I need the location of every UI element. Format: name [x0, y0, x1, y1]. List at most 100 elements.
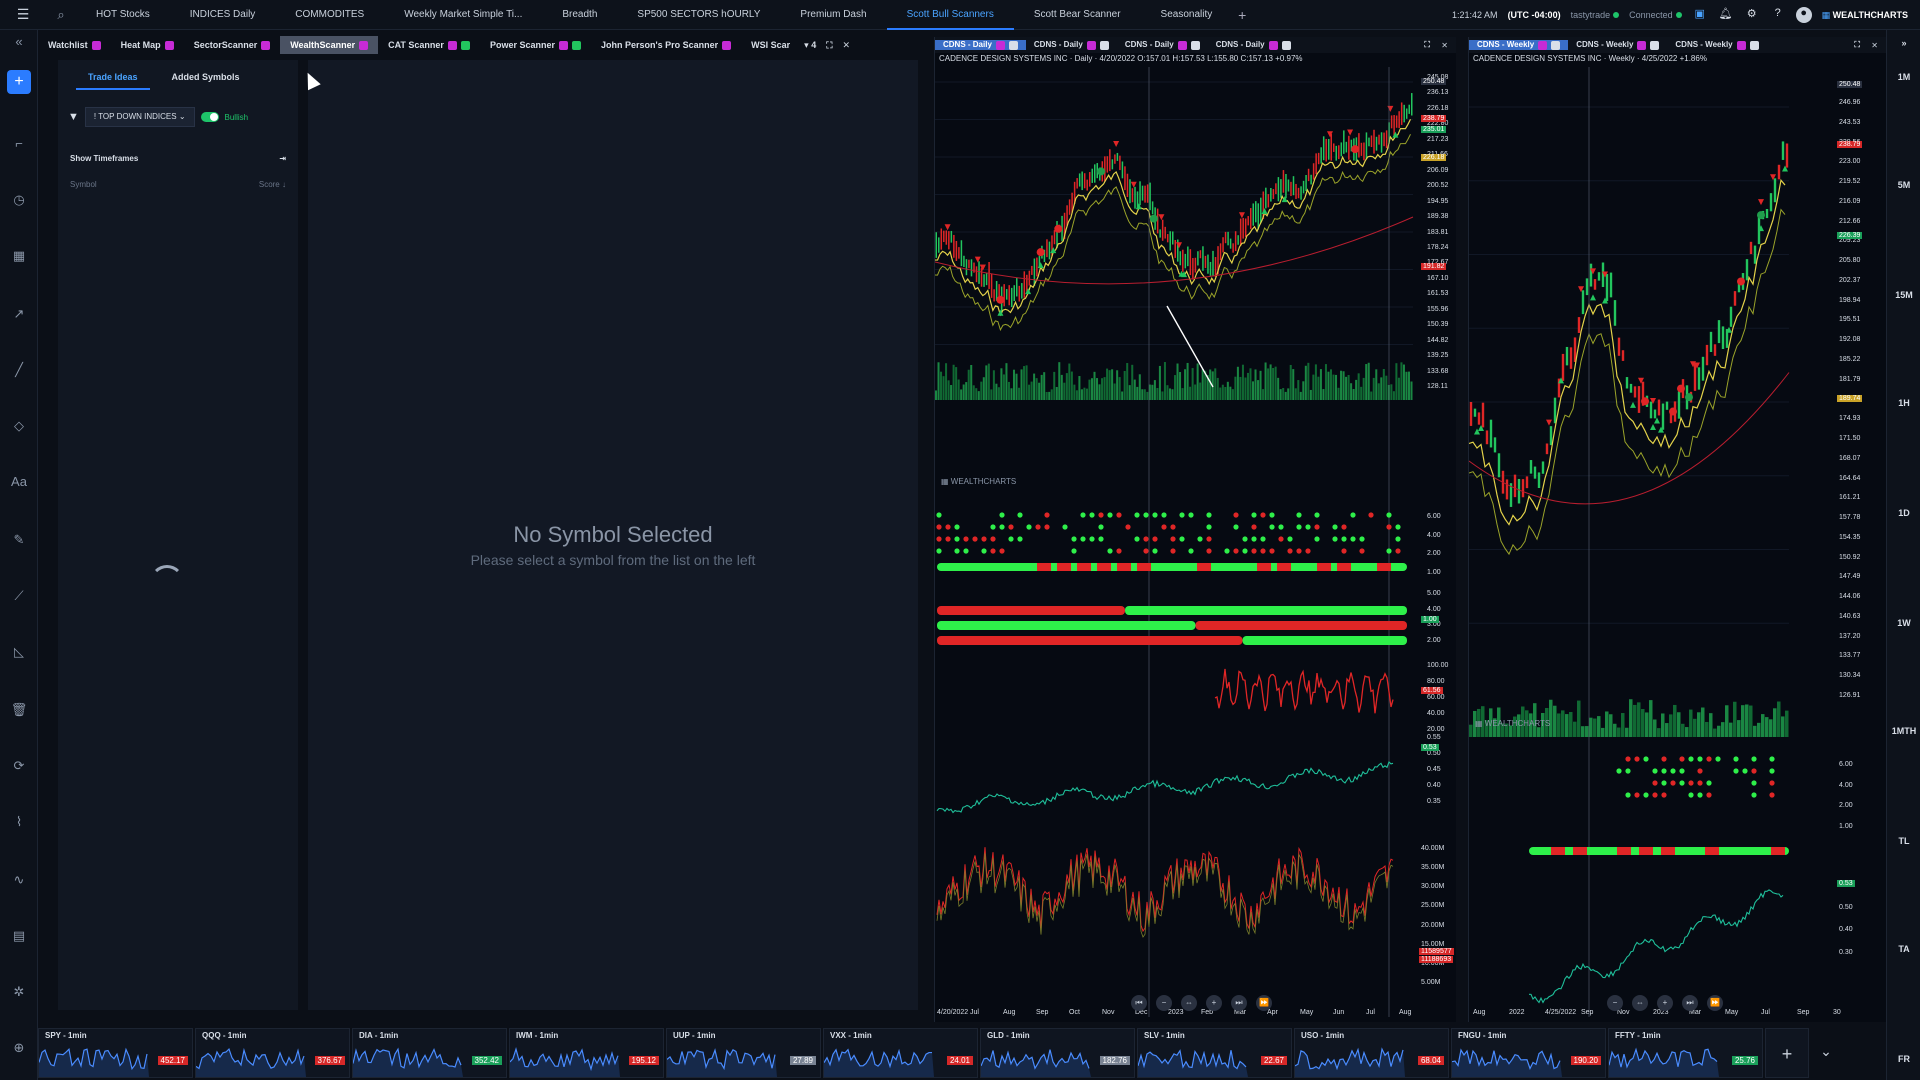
tab-commodites[interactable]: COMMODITES: [275, 0, 384, 30]
weekly-chart-window[interactable]: CDNS - Weekly CDNS - Weekly CDNS - Weekly …: [1468, 37, 1886, 1022]
chart-nav-button[interactable]: ⏩: [1256, 995, 1272, 1011]
scan-select[interactable]: ! TOP DOWN INDICES ⌄: [84, 107, 195, 127]
tf-15m[interactable]: 15M: [1887, 290, 1920, 300]
shape-tool-icon[interactable]: ◇: [0, 418, 38, 434]
chart-nav-button[interactable]: ⏩: [1707, 995, 1723, 1011]
collapse-arrow-icon[interactable]: ⇥: [279, 154, 286, 163]
expand-right-icon[interactable]: »: [1887, 38, 1920, 48]
chart-nav-button[interactable]: ⏭: [1231, 995, 1247, 1011]
broker-status[interactable]: tastytrade: [1571, 10, 1620, 20]
calendar-icon[interactable]: ▦: [0, 248, 38, 264]
column-symbol[interactable]: Symbol: [70, 180, 97, 189]
text-tool-icon[interactable]: Aa: [0, 474, 38, 489]
weekly-chart-canvas[interactable]: [1469, 37, 1887, 1022]
mini-chart-gld[interactable]: GLD - 1min 182.76: [980, 1028, 1135, 1078]
close-icon[interactable]: ✕: [843, 40, 851, 51]
tf-ta[interactable]: TA: [1887, 944, 1920, 954]
mini-chart-iwm[interactable]: IWM - 1min 195.12: [509, 1028, 664, 1078]
chart-nav-button[interactable]: ⏭: [1682, 995, 1698, 1011]
daily-chart-window[interactable]: CDNS - Daily CDNS - Daily CDNS - Daily CDNS…: [934, 37, 1456, 1022]
settings-icon[interactable]: ✲: [0, 984, 38, 1000]
scanner-tab-heat-map[interactable]: Heat Map: [111, 36, 184, 54]
bell-icon[interactable]: 🔔︎: [1718, 7, 1734, 23]
scanner-tab-watchlist[interactable]: Watchlist: [38, 36, 111, 54]
mini-chart-fngu[interactable]: FNGU - 1min 190.20: [1451, 1028, 1606, 1078]
add-button[interactable]: +: [7, 70, 31, 94]
tab-premium-dash[interactable]: Premium Dash: [780, 0, 886, 30]
scanner-tab-power-scanner[interactable]: Power Scanner: [480, 36, 591, 54]
chart-type-icon[interactable]: ⌐: [0, 136, 38, 151]
tf-1h[interactable]: 1H: [1887, 398, 1920, 408]
daily-chart-canvas[interactable]: [935, 37, 1457, 1022]
scanner-tab-sectorscanner[interactable]: SectorScanner: [184, 36, 281, 54]
help-icon[interactable]: ?: [1770, 7, 1786, 23]
measure-icon[interactable]: ◺: [0, 644, 38, 660]
signal-dot: [1697, 792, 1703, 798]
mini-chart-spy[interactable]: SPY - 1min 452.17: [38, 1028, 193, 1078]
bullish-toggle[interactable]: [200, 112, 219, 122]
tab-indices-daily[interactable]: INDICES Daily: [170, 0, 276, 30]
chart-nav-button[interactable]: −: [1156, 995, 1172, 1011]
tf-tl[interactable]: TL: [1887, 836, 1920, 846]
mini-chart-dia[interactable]: DIA - 1min 352.42: [352, 1028, 507, 1078]
tab-weekly-market-simple-ti-[interactable]: Weekly Market Simple Ti...: [384, 0, 542, 30]
tf-1m[interactable]: 1M: [1887, 72, 1920, 82]
column-score[interactable]: Score ↓: [259, 180, 286, 189]
mini-chart-slv[interactable]: SLV - 1min 22.67: [1137, 1028, 1292, 1078]
brush-tool-icon[interactable]: ✎: [0, 532, 38, 548]
chart-nav-button[interactable]: ⏮: [1131, 995, 1147, 1011]
tf-5m[interactable]: 5M: [1887, 180, 1920, 190]
tab-seasonality[interactable]: Seasonality: [1141, 0, 1233, 30]
layers-icon[interactable]: ▤: [0, 928, 38, 944]
save-icon[interactable]: ▣: [1692, 7, 1708, 23]
chart-nav-button[interactable]: +: [1657, 995, 1673, 1011]
clock-icon[interactable]: ◷: [0, 192, 38, 208]
tf-1d[interactable]: 1D: [1887, 508, 1920, 518]
chart-nav-button[interactable]: +: [1206, 995, 1222, 1011]
hamburger-menu-icon[interactable]: ☰: [0, 6, 46, 23]
ruler-icon[interactable]: ⟋: [0, 588, 38, 604]
scanner-tab-wsi-scar[interactable]: WSI Scar: [741, 36, 800, 54]
tf-1w[interactable]: 1W: [1887, 618, 1920, 628]
mini-chart-ffty[interactable]: FFTY - 1min 25.76: [1608, 1028, 1763, 1078]
gear-icon[interactable]: ⚙: [1744, 7, 1760, 23]
more-tabs[interactable]: ▾ 4: [804, 40, 816, 51]
tab-scott-bear-scanner[interactable]: Scott Bear Scanner: [1014, 0, 1141, 30]
tab-hot-stocks[interactable]: HOT Stocks: [76, 0, 170, 30]
mini-chart-uso[interactable]: USO - 1min 68.04: [1294, 1028, 1449, 1078]
tab-sp500-sectors-hourly[interactable]: SP500 SECTORS hOURLY: [617, 0, 780, 30]
line-tool-icon[interactable]: ╱: [0, 362, 38, 378]
tab-added-symbols[interactable]: Added Symbols: [160, 68, 252, 90]
refresh-icon[interactable]: ⟳: [0, 758, 38, 774]
mini-chart-vxx[interactable]: VXX - 1min 24.01: [823, 1028, 978, 1078]
maximize-icon[interactable]: ⛶: [826, 40, 832, 51]
tf-1mth[interactable]: 1MTH: [1887, 726, 1920, 736]
indicators-icon[interactable]: ⌇: [0, 814, 38, 830]
top-navigation-bar: ☰ ⌕ HOT Stocks INDICES Daily COMMODITES Wee…: [0, 0, 1920, 30]
trash-icon[interactable]: 🗑︎: [0, 702, 38, 718]
collapse-strip-icon[interactable]: ⌄: [1811, 1028, 1841, 1078]
mini-chart-uup[interactable]: UUP - 1min 27.89: [666, 1028, 821, 1078]
show-timeframes-row[interactable]: Show Timeframes ⇥: [70, 154, 286, 163]
trend-icon[interactable]: ↗: [0, 306, 38, 322]
tab-breadth[interactable]: Breadth: [542, 0, 617, 30]
avatar[interactable]: ●: [1795, 7, 1812, 23]
scanner-tab-cat-scanner[interactable]: CAT Scanner: [378, 36, 480, 54]
tab-scott-bull-scanners[interactable]: Scott Bull Scanners: [886, 0, 1014, 30]
scanner-tab-john-person-s-pro-scanner[interactable]: John Person's Pro Scanner: [591, 36, 741, 54]
globe-icon[interactable]: ⊕: [0, 1040, 38, 1056]
scanner-tab-wealthscanner[interactable]: WealthScanner: [280, 36, 379, 54]
add-tab-icon[interactable]: +: [1232, 7, 1252, 23]
filter-icon[interactable]: ▼: [68, 111, 79, 123]
compare-icon[interactable]: ∿: [0, 872, 38, 888]
collapse-icon[interactable]: «: [0, 34, 38, 49]
signal-dot: [1332, 524, 1338, 530]
add-mini-chart-button[interactable]: +: [1765, 1028, 1809, 1078]
chart-nav-button[interactable]: ⇔: [1181, 995, 1197, 1011]
tab-trade-ideas[interactable]: Trade Ideas: [76, 68, 150, 90]
mini-chart-qqq[interactable]: QQQ - 1min 376.67: [195, 1028, 350, 1078]
chart-nav-button[interactable]: −: [1607, 995, 1623, 1011]
chart-nav-button[interactable]: ⇔: [1632, 995, 1648, 1011]
search-icon[interactable]: ⌕: [46, 7, 76, 23]
tf-fr[interactable]: FR: [1887, 1054, 1920, 1064]
